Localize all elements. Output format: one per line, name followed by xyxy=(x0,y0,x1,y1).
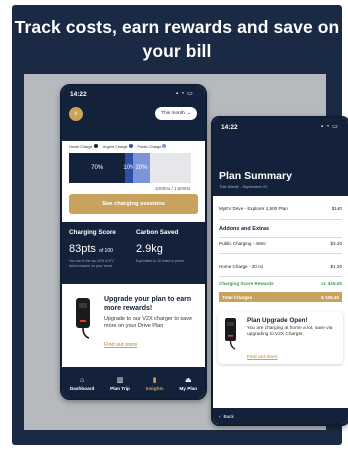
carbon-saved-value: 2.9kg xyxy=(136,243,163,255)
tab-label: Insights xyxy=(145,385,164,391)
addon-label: Public Charging - 49mi xyxy=(219,241,266,246)
charging-score-title: Charging Score xyxy=(69,229,116,236)
status-time: 14:22 xyxy=(221,124,238,131)
plan-price: $140 xyxy=(331,206,342,211)
carbon-saved-title: Carbon Saved xyxy=(136,229,179,236)
upgrade-card[interactable]: Upgrade your plan to earn more rewards! … xyxy=(68,290,199,362)
usage-segment-urgent: 10% xyxy=(123,153,135,183)
upgrade-find-out-more-link[interactable]: Find out more xyxy=(104,342,137,348)
addon-row: Home Charge - 20 mi $1.20 xyxy=(219,264,342,269)
month-selector[interactable]: This month ⌄ xyxy=(155,107,197,120)
tab-plan-trip[interactable]: ▥ Plan Trip xyxy=(110,377,130,391)
status-icons: ▪︎ ◔ ▭ xyxy=(176,91,194,97)
divider xyxy=(219,237,342,238)
usage-bar: 70% 10% 20% xyxy=(69,153,191,183)
tab-label: Dashboard xyxy=(69,385,95,391)
phone-plan-summary: 14:22 ▪︎ ◔ ▭ Plan Summary This Month - S… xyxy=(211,116,348,426)
total-label: Total Charges xyxy=(222,294,253,300)
map-icon: ▥ xyxy=(116,376,124,384)
rewards-value: cr. $15.00 xyxy=(321,281,342,286)
addons-title: Addons and Extras xyxy=(219,226,270,232)
upgrade-title: Upgrade your plan to earn more rewards! xyxy=(104,296,192,312)
legend-home: Home Charge xyxy=(69,144,98,149)
divider xyxy=(219,253,342,254)
tab-insights[interactable]: ▮ Insights xyxy=(146,377,164,391)
legend-urgent: Urgent Charge xyxy=(103,144,133,149)
brand-logo[interactable]: ⚡ xyxy=(69,107,83,121)
plan-upgrade-title: Plan Upgrade Open! xyxy=(247,317,308,324)
back-button[interactable]: ‹ Back xyxy=(213,408,348,424)
car-icon: ⏏ xyxy=(184,376,192,384)
rewards-row: Charging Score Rewards cr. $15.00 xyxy=(219,281,342,286)
addon-value: $3.20 xyxy=(330,241,343,246)
chevron-left-icon: ‹ xyxy=(219,413,221,419)
usage-segment-remaining xyxy=(149,153,191,183)
usage-segment-public: 20% xyxy=(133,153,150,183)
ev-charger-icon xyxy=(225,318,236,350)
tab-my-plan[interactable]: ⏏ My Plan xyxy=(179,377,197,391)
legend-public: Public Charge xyxy=(138,144,167,149)
plan-summary-title: Plan Summary xyxy=(219,170,292,182)
stats-panel: Charging Score 83pts of 100 You are in t… xyxy=(62,222,205,284)
screenshot-stage: 14:22 ▪︎ ◔ ▭ ⚡ This month ⌄ Home Charge … xyxy=(24,74,348,430)
back-label: Back xyxy=(223,413,234,419)
plan-upgrade-card[interactable]: Plan Upgrade Open! You are charging at h… xyxy=(218,312,343,364)
charging-score-note: You are in the top 10% of EV drivers bas… xyxy=(69,259,114,268)
tab-label: My Plan xyxy=(179,385,198,391)
tab-dashboard[interactable]: ⌂ Dashboard xyxy=(70,377,94,391)
plan-name: MyEV Drive - Explorer 1,500 Plan xyxy=(219,206,288,211)
total-value: $ 129.40 xyxy=(321,294,339,300)
plan-row: MyEV Drive - Explorer 1,500 Plan $140 xyxy=(219,206,342,211)
addon-value: $1.20 xyxy=(330,264,343,269)
total-charges-row: Total Charges $ 129.40 xyxy=(219,292,342,302)
tab-label: Plan Trip xyxy=(110,385,130,391)
plan-summary-subtitle: This Month - September 22 xyxy=(219,184,268,189)
divider xyxy=(219,219,342,220)
divider xyxy=(219,276,342,277)
carbon-saved-note: Equivalent to 10 miles in petrol xyxy=(136,259,184,263)
charge-legend: Home Charge Urgent Charge Public Charge xyxy=(69,144,167,149)
chevron-down-icon: ⌄ xyxy=(186,111,191,116)
rewards-label: Charging Score Rewards xyxy=(219,281,274,286)
addon-row: Public Charging - 49mi $3.20 xyxy=(219,241,342,246)
plan-upgrade-body: You are charging at home a lot, save via… xyxy=(247,326,333,337)
dashboard-header: 14:22 ▪︎ ◔ ▭ ⚡ This month ⌄ xyxy=(62,86,205,141)
plan-summary-header: 14:22 ▪︎ ◔ ▭ Plan Summary This Month - S… xyxy=(213,118,348,196)
status-icons: ▪︎ ◔ ▭ xyxy=(321,124,339,130)
upgrade-body: Upgrade to our V2X charger to save more … xyxy=(104,316,193,329)
mileage-text: 1000mi / 1,500mi xyxy=(155,186,191,191)
status-time: 14:22 xyxy=(70,91,87,98)
phone-dashboard: 14:22 ▪︎ ◔ ▭ ⚡ This month ⌄ Home Charge … xyxy=(60,84,207,400)
see-charging-sessions-button[interactable]: See charging sessions xyxy=(69,194,198,214)
promo-frame: Track costs, earn rewards and save on yo… xyxy=(12,5,348,445)
charging-score-value: 83pts of 100 xyxy=(69,243,113,255)
plan-upgrade-find-out-more-link[interactable]: Find out more xyxy=(247,354,278,359)
addon-label: Home Charge - 20 mi xyxy=(219,264,263,269)
chart-icon: ▮ xyxy=(152,376,157,384)
month-selector-label: This month xyxy=(161,111,185,116)
headline: Track costs, earn rewards and save on yo… xyxy=(14,17,340,61)
bottom-tab-bar: ⌂ Dashboard ▥ Plan Trip ▮ Insights ⏏ My … xyxy=(62,367,205,398)
home-icon: ⌂ xyxy=(80,376,85,384)
usage-segment-home: 70% xyxy=(69,153,126,183)
ev-charger-icon xyxy=(76,298,90,339)
